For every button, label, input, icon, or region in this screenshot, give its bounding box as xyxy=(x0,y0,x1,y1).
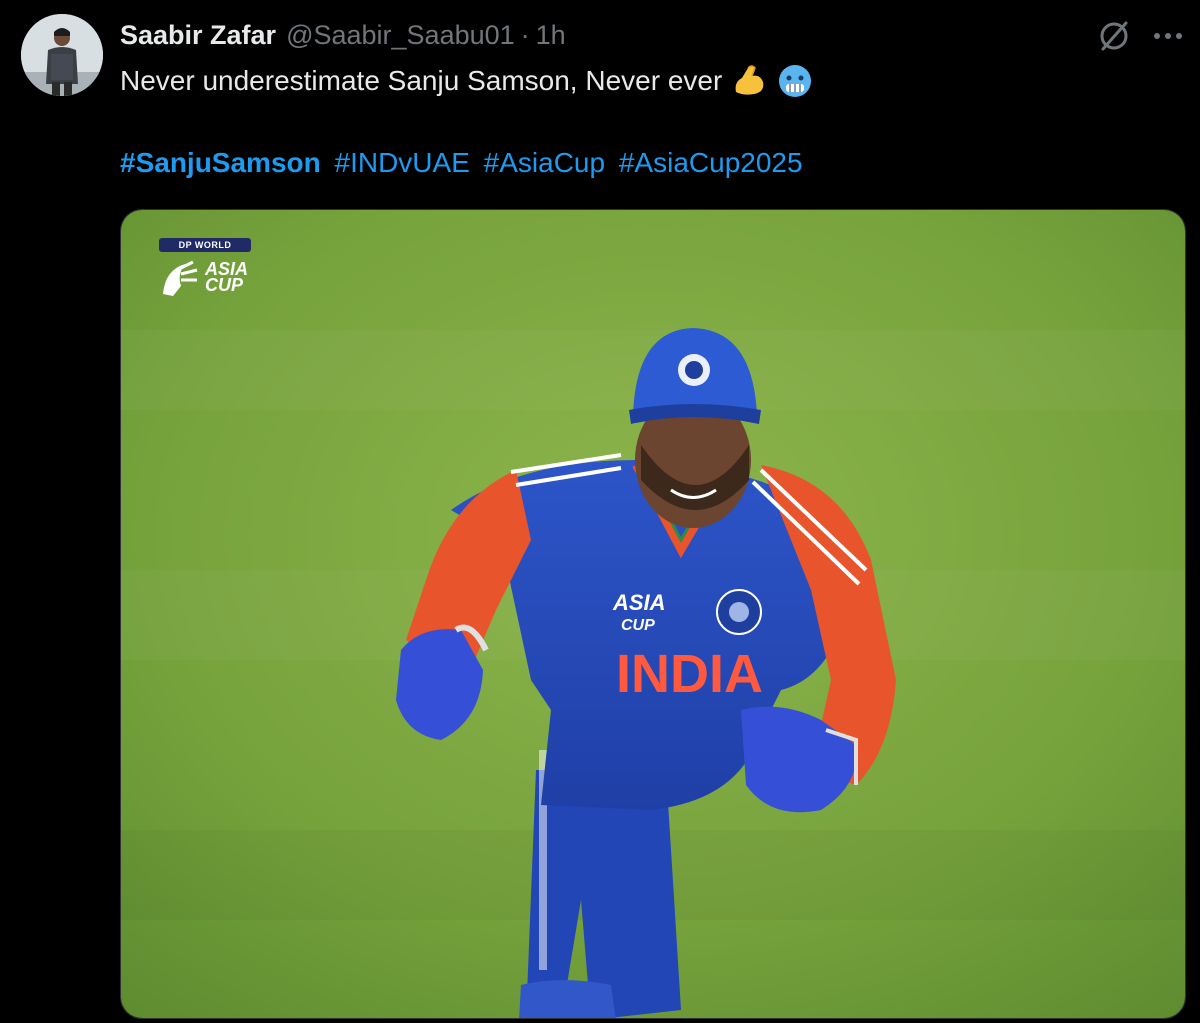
hashtag-link[interactable]: #INDvUAE xyxy=(335,147,470,178)
hashtag-link[interactable]: #AsiaCup2025 xyxy=(619,147,803,178)
hashtag-list: #SanjuSamson #INDvUAE #AsiaCup #AsiaCup2… xyxy=(120,142,1160,184)
lion-logo-icon xyxy=(163,260,198,296)
asia-cup-logo: DP WORLD ASIA CUP xyxy=(159,238,255,308)
flexed-biceps-emoji-icon xyxy=(730,62,768,100)
tweet-header: Saabir Zafar @Saabir_Saabu01 · 1h xyxy=(120,17,566,53)
jersey-badge-asia: ASIA xyxy=(612,590,666,615)
tweet-body: Never underestimate Sanju Samson, Never … xyxy=(120,65,723,96)
post-timestamp[interactable]: 1h xyxy=(536,20,566,51)
tweet-media[interactable]: ASIA CUP INDIA DP WORLD ASIA CUP xyxy=(120,209,1186,1019)
grok-icon[interactable] xyxy=(1096,18,1132,54)
author-display-name[interactable]: Saabir Zafar xyxy=(120,20,276,51)
dp-world-badge: DP WORLD xyxy=(159,238,251,252)
media-image: ASIA CUP INDIA xyxy=(121,210,1185,1018)
jersey-badge-cup: CUP xyxy=(621,617,655,634)
logo-cup-word: CUP xyxy=(205,275,244,295)
header-separator: · xyxy=(520,19,530,50)
tweet[interactable]: Saabir Zafar @Saabir_Saabu01 · 1h Never … xyxy=(0,0,1200,1023)
avatar[interactable] xyxy=(21,14,103,96)
more-icon[interactable] xyxy=(1148,18,1188,54)
tweet-text: Never underestimate Sanju Samson, Never … xyxy=(120,60,1160,184)
author-handle[interactable]: @Saabir_Saabu01 xyxy=(286,20,515,51)
cold-face-emoji-icon xyxy=(776,62,814,100)
hashtag-link[interactable]: #SanjuSamson xyxy=(120,147,321,178)
hashtag-link[interactable]: #AsiaCup xyxy=(484,147,605,178)
jersey-india-text: INDIA xyxy=(616,644,763,704)
avatar-photo xyxy=(21,14,103,96)
